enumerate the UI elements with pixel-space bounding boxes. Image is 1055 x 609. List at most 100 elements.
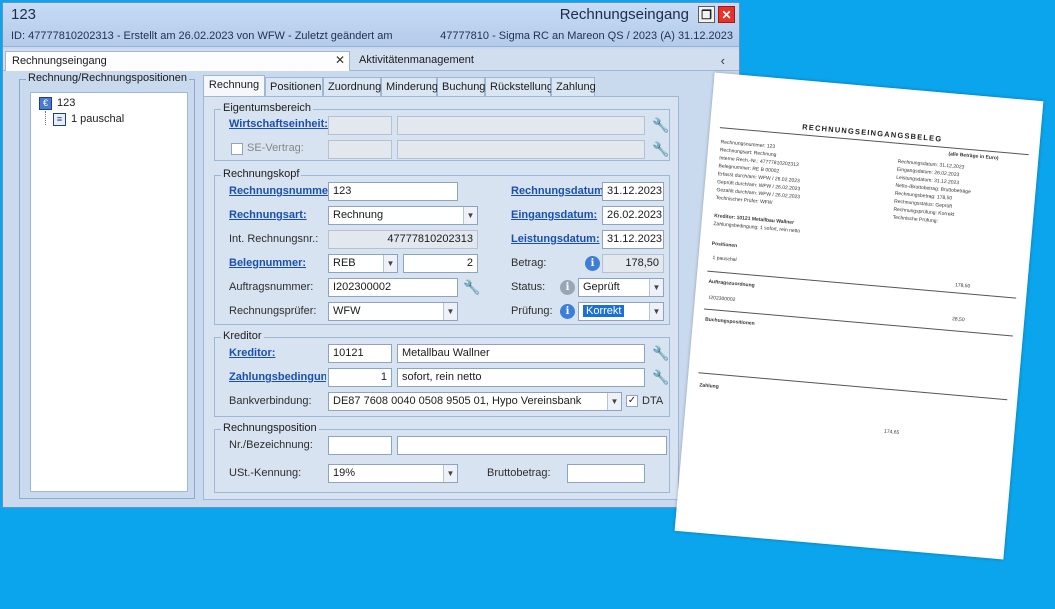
- intnr-label: Int. Rechnungsnr.:: [229, 233, 319, 245]
- wirtschaft-label[interactable]: Wirtschaftseinheit:: [229, 118, 328, 130]
- info-icon[interactable]: i: [585, 256, 600, 271]
- kreditor-label[interactable]: Kreditor:: [229, 347, 275, 359]
- chevron-down-icon[interactable]: ▼: [649, 279, 663, 296]
- wirtschaft-input[interactable]: [328, 116, 392, 135]
- restore-window-button[interactable]: ❐: [698, 6, 715, 23]
- rechnungsart-select[interactable]: Rechnung ▼: [328, 206, 478, 225]
- ust-label: USt.-Kennung:: [229, 467, 302, 479]
- tab-close-icon[interactable]: ✕: [335, 53, 345, 67]
- tab-aktivitaetenmanagement[interactable]: Aktivitätenmanagement: [353, 51, 553, 71]
- pruefung-label: Prüfung:: [511, 305, 553, 317]
- se-label: SE-Vertrag:: [247, 142, 304, 154]
- tree-item-position[interactable]: ≡ 1 pauschal: [53, 111, 124, 127]
- subtab-buchung[interactable]: Buchung: [437, 77, 485, 97]
- chevron-down-icon[interactable]: ▼: [383, 255, 397, 272]
- dta-checkbox[interactable]: ✓: [626, 395, 638, 407]
- position-bezeichnung-input[interactable]: [397, 436, 667, 455]
- chevron-left-icon[interactable]: ‹: [721, 53, 725, 68]
- wrench-icon[interactable]: 🔧: [652, 141, 669, 158]
- zahlungsbedingung-text-input[interactable]: sofort, rein netto: [397, 368, 645, 387]
- paper-buchung-head: Buchungspositionen: [704, 316, 755, 327]
- status-select[interactable]: Geprüft ▼: [578, 278, 664, 297]
- se-name-input[interactable]: [397, 140, 645, 159]
- status-label: Status:: [511, 281, 546, 293]
- brutto-input[interactable]: [567, 464, 645, 483]
- kreditor-nr-input[interactable]: 10121: [328, 344, 392, 363]
- se-input[interactable]: [328, 140, 392, 159]
- rechnungsdatum-label[interactable]: Rechnungsdatum:: [511, 185, 608, 197]
- wrench-icon[interactable]: 🔧: [652, 345, 669, 362]
- chevron-down-icon[interactable]: ▼: [443, 465, 457, 482]
- wrench-icon[interactable]: 🔧: [652, 117, 669, 134]
- brutto-label: Bruttobetrag:: [487, 467, 551, 479]
- info-icon[interactable]: i: [560, 304, 575, 319]
- dta-label: DTA: [642, 395, 664, 407]
- tree-item-invoice[interactable]: € 123: [39, 95, 75, 111]
- paper-amount: 174,65: [883, 428, 900, 436]
- chevron-down-icon[interactable]: ▼: [443, 303, 457, 320]
- auftragsnummer-label: Auftragsnummer:: [229, 281, 314, 293]
- betrag-input: 178,50: [602, 254, 664, 273]
- ust-value: 19%: [333, 467, 356, 479]
- wrench-icon[interactable]: 🔧: [652, 369, 669, 386]
- betrag-label: Betrag:: [511, 257, 547, 269]
- se-checkbox[interactable]: [231, 143, 243, 155]
- restore-icon: ❐: [701, 7, 712, 22]
- invoice-icon: €: [39, 96, 52, 110]
- pruefer-select[interactable]: WFW ▼: [328, 302, 458, 321]
- nr-bezeichnung-label: Nr./Bezeichnung:: [229, 439, 313, 451]
- belegnummer-input[interactable]: 2: [403, 254, 478, 273]
- window-title: Rechnungseingang: [559, 6, 689, 23]
- tree-legend: Rechnung/Rechnungspositionen: [26, 72, 190, 84]
- paper-amount: 28,50: [951, 316, 965, 324]
- window-id-line: ID: 47777810202313 - Erstellt am 26.02.2…: [11, 30, 393, 42]
- subtab-zahlung[interactable]: Zahlung: [551, 77, 596, 97]
- ust-select[interactable]: 19% ▼: [328, 464, 458, 483]
- printed-receipt-document: RECHNUNGSEINGANGSBELEG (alle Beträge in …: [674, 72, 1044, 560]
- tab-rechnungseingang[interactable]: Rechnungseingang: [5, 51, 350, 71]
- subtab-rueckstellung[interactable]: Rückstellung: [485, 77, 553, 97]
- pruefung-select[interactable]: Korrekt ▼: [578, 302, 664, 321]
- rechnungsart-label[interactable]: Rechnungsart:: [229, 209, 307, 221]
- belegnummer-label[interactable]: Belegnummer:: [229, 257, 306, 269]
- rechnungsdatum-input[interactable]: 31.12.2023: [602, 182, 664, 201]
- subtab-minderung[interactable]: Minderung: [381, 77, 438, 97]
- kreditor-name-input[interactable]: Metallbau Wallner: [397, 344, 645, 363]
- title-bar: 123 ID: 47777810202313 - Erstellt am 26.…: [3, 3, 739, 47]
- tree-item-label: 123: [57, 97, 76, 109]
- eigentum-legend: Eigentumsbereich: [221, 102, 314, 114]
- kreditor-section: Kreditor Kreditor: 10121 Metallbau Walln…: [214, 330, 670, 417]
- info-icon[interactable]: i: [560, 280, 575, 295]
- subtab-zuordnung[interactable]: Zuordnung: [323, 77, 381, 97]
- chevron-down-icon[interactable]: ▼: [607, 393, 621, 410]
- leistungsdatum-label[interactable]: Leistungsdatum:: [511, 233, 600, 245]
- intnr-input: 47777810202313: [328, 230, 478, 249]
- rechnungsnummer-input[interactable]: 123: [328, 182, 458, 201]
- chevron-down-icon[interactable]: ▼: [463, 207, 477, 224]
- zahlungsbedingung-nr-input[interactable]: 1: [328, 368, 392, 387]
- rechnungsart-value: Rechnung: [333, 209, 384, 221]
- rechnungsnummer-label[interactable]: Rechnungsnumme: [229, 185, 328, 197]
- paper-position-row: 1 pauschal: [712, 255, 737, 264]
- subtab-positionen[interactable]: Positionen: [265, 77, 323, 97]
- bank-select[interactable]: DE87 7608 0040 0508 9505 01, Hypo Verein…: [328, 392, 622, 411]
- beleg-type-select[interactable]: REB ▼: [328, 254, 398, 273]
- wrench-icon[interactable]: 🔧: [463, 279, 480, 296]
- tree-group: Rechnung/Rechnungspositionen € 123 ≡ 1 p…: [19, 72, 195, 499]
- tree-view[interactable]: € 123 ≡ 1 pauschal: [30, 92, 188, 492]
- zahlungsbedingung-label[interactable]: Zahlungsbedingung: [229, 371, 326, 383]
- document-tabstrip: Rechnungseingang ✕ Aktivitätenmanagement…: [3, 49, 739, 71]
- eingangsdatum-input[interactable]: 26.02.2023: [602, 206, 664, 225]
- status-value: Geprüft: [583, 281, 620, 293]
- auftragsnummer-input[interactable]: I202300002: [328, 278, 458, 297]
- wirtschaft-name-input[interactable]: [397, 116, 645, 135]
- leistungsdatum-input[interactable]: 31.12.2023: [602, 230, 664, 249]
- kopf-section: Rechnungskopf Rechnungsnumme 123 Rechnun…: [214, 168, 670, 325]
- chevron-down-icon[interactable]: ▼: [649, 303, 663, 320]
- paper-divider: [698, 372, 1008, 401]
- subtab-rechnung[interactable]: Rechnung: [203, 75, 265, 97]
- bank-value: DE87 7608 0040 0508 9505 01, Hypo Verein…: [333, 395, 582, 407]
- position-nr-input[interactable]: [328, 436, 392, 455]
- eingangsdatum-label[interactable]: Eingangsdatum:: [511, 209, 597, 221]
- close-window-button[interactable]: ✕: [718, 6, 735, 23]
